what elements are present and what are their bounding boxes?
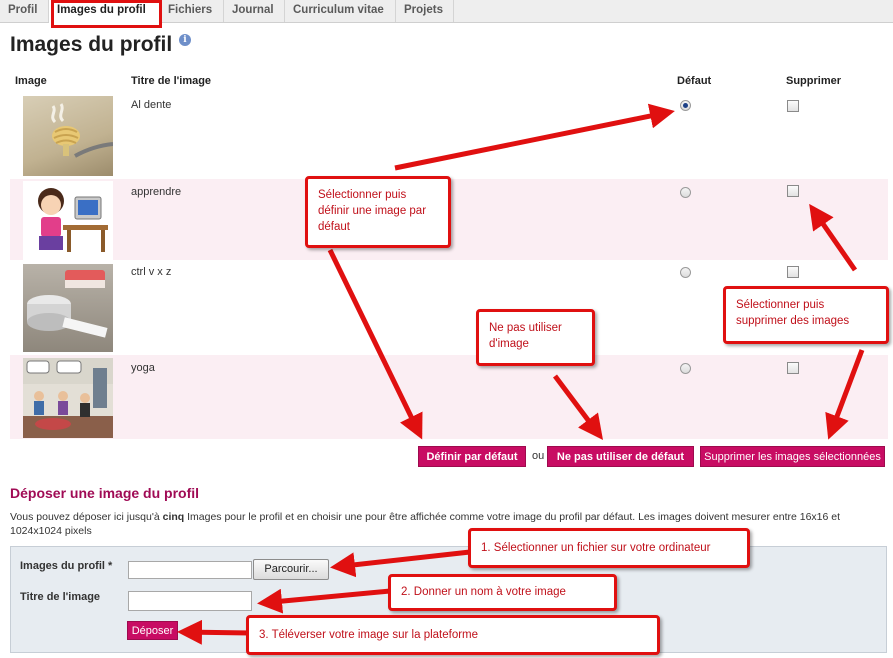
upload-submit-button[interactable]: Déposer (127, 621, 178, 640)
callout-no-image: Ne pas utiliser d'image (476, 309, 595, 366)
delete-checkbox[interactable] (787, 266, 799, 278)
or-label: ou (532, 450, 545, 462)
description-text: Vous pouvez déposer ici jusqu'à (10, 511, 163, 523)
delete-checkbox[interactable] (787, 362, 799, 374)
table-row: yoga (10, 355, 888, 439)
image-title: Al dente (131, 99, 172, 111)
pasta-fork-illustration (51, 103, 113, 158)
no-default-button[interactable]: Ne pas utiliser de défaut (547, 446, 694, 467)
table-row: Al dente (10, 92, 888, 178)
image-thumbnail (23, 264, 113, 352)
eraser-tape-illustration (27, 270, 108, 338)
image-thumbnail (23, 96, 113, 176)
column-header-image: Image (15, 75, 47, 87)
description-bold: cinq (162, 511, 185, 523)
image-thumbnail (23, 358, 113, 438)
image-thumbnail (23, 181, 113, 261)
callout-step-1: 1. Sélectionner un fichier sur votre ord… (468, 528, 750, 568)
default-radio[interactable] (680, 100, 691, 111)
page-title: Images du profil (10, 33, 173, 56)
delete-selected-button[interactable]: Supprimer les images sélectionnées (700, 446, 885, 467)
image-title: yoga (131, 362, 155, 374)
tab-curriculum-vitae[interactable]: Curriculum vitae (285, 0, 396, 22)
yoga-comic-illustration (23, 358, 113, 438)
title-field-label: Titre de l'image (20, 591, 101, 603)
image-title: ctrl v x z (131, 266, 172, 278)
browse-button[interactable]: Parcourir... (253, 559, 329, 580)
active-tab-highlight (51, 0, 162, 28)
student-computer-illustration (38, 188, 108, 252)
delete-checkbox[interactable] (787, 185, 799, 197)
tab-projets[interactable]: Projets (396, 0, 454, 22)
file-path-input[interactable] (128, 561, 252, 579)
file-label-text: Images du profil (20, 560, 105, 572)
callout-step-3: 3. Téléverser votre image sur la platefo… (246, 615, 660, 655)
column-header-title: Titre de l'image (131, 75, 212, 87)
default-radio[interactable] (680, 363, 691, 374)
default-radio[interactable] (680, 267, 691, 278)
set-default-button[interactable]: Définir par défaut (418, 446, 526, 467)
info-icon[interactable]: i (179, 34, 191, 46)
image-title-input[interactable] (128, 591, 252, 611)
column-header-default: Défaut (677, 75, 712, 87)
callout-select-default: Sélectionner puis définir une image par … (305, 176, 451, 248)
required-mark: * (108, 560, 113, 572)
image-title: apprendre (131, 186, 182, 198)
upload-heading: Déposer une image du profil (10, 485, 200, 501)
delete-checkbox[interactable] (787, 100, 799, 112)
column-header-delete: Supprimer (786, 75, 842, 87)
file-field-label: Images du profil * (20, 560, 112, 572)
tab-profil[interactable]: Profil (0, 0, 49, 22)
tab-journal[interactable]: Journal (224, 0, 285, 22)
default-radio[interactable] (680, 187, 691, 198)
callout-select-delete: Sélectionner puis supprimer des images (723, 286, 889, 344)
callout-step-2: 2. Donner un nom à votre image (388, 574, 617, 611)
tab-fichiers[interactable]: Fichiers (160, 0, 224, 22)
